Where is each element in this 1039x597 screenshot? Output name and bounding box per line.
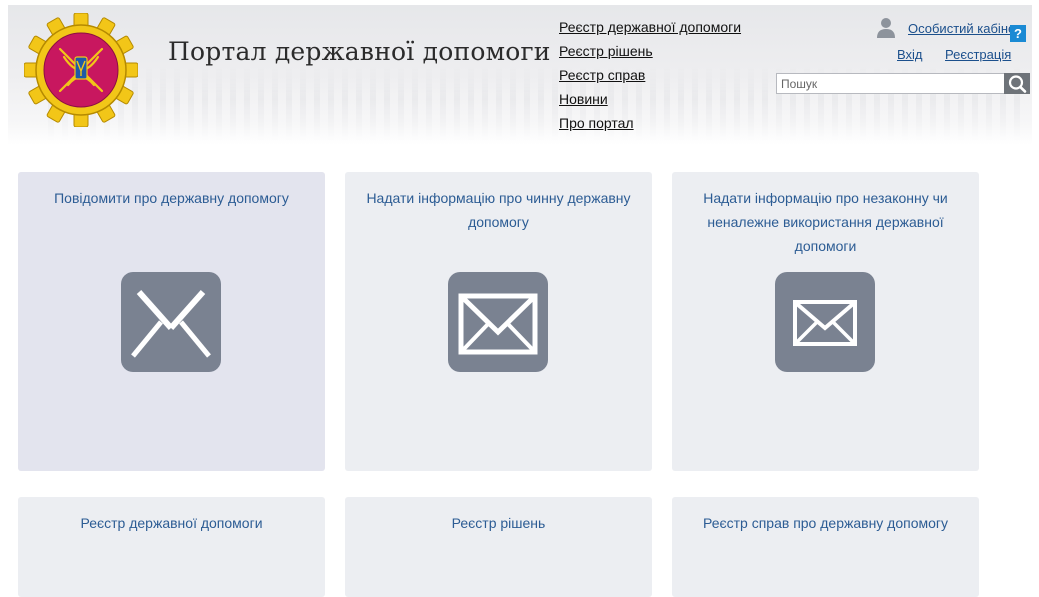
nav-link-state-aid-registry[interactable]: Реєстр державної допомоги: [559, 15, 741, 39]
register-link[interactable]: Реєстрація: [945, 47, 1011, 62]
tile-cases-registry[interactable]: Реєстр справ про державну допомогу: [672, 497, 979, 597]
user-area: Особистий кабінет ?: [766, 17, 1026, 47]
search-icon: [1008, 75, 1027, 93]
tile-title: Повідомити про державну допомогу: [54, 190, 289, 206]
top-navigation: Реєстр державної допомоги Реєстр рішень …: [559, 15, 741, 135]
site-header: Портал державної допомоги Реєстр державн…: [8, 5, 1032, 145]
tile-title: Реєстр справ про державну допомогу: [702, 515, 949, 531]
tile-current-state-aid[interactable]: Надати інформацію про чинну державну доп…: [345, 172, 652, 471]
tile-title: Надати інформацію про незаконну чи ненал…: [703, 190, 948, 254]
tile-title: Реєстр рішень: [451, 515, 546, 531]
search-button[interactable]: [1004, 73, 1030, 94]
tile-state-aid-registry[interactable]: Реєстр державної допомоги: [18, 497, 325, 597]
tile-illegal-state-aid[interactable]: Надати інформацію про незаконну чи ненал…: [672, 172, 979, 471]
logo[interactable]: [24, 13, 138, 127]
envelope-icon: [448, 272, 548, 372]
site-title: Портал державної допомоги: [168, 37, 551, 66]
nav-link-decisions-registry[interactable]: Реєстр рішень: [559, 39, 741, 63]
nav-link-cases-registry[interactable]: Реєстр справ: [559, 63, 741, 87]
envelope-icon: [775, 272, 875, 372]
tile-title: Надати інформацію про чинну державну доп…: [366, 190, 631, 230]
tile-decisions-registry[interactable]: Реєстр рішень: [345, 497, 652, 597]
nav-link-about[interactable]: Про портал: [559, 111, 741, 135]
login-link[interactable]: Вхід: [897, 47, 923, 62]
personal-cabinet-link[interactable]: Особистий кабінет: [908, 21, 1021, 36]
tile-report-state-aid[interactable]: Повідомити про державну допомогу: [18, 172, 325, 471]
tile-title: Реєстр державної допомоги: [80, 515, 263, 531]
search-input[interactable]: [776, 73, 1008, 94]
user-icon: [877, 18, 895, 38]
help-button[interactable]: ?: [1010, 25, 1026, 42]
envelope-open-icon: [121, 272, 221, 372]
nav-link-news[interactable]: Новини: [559, 87, 741, 111]
